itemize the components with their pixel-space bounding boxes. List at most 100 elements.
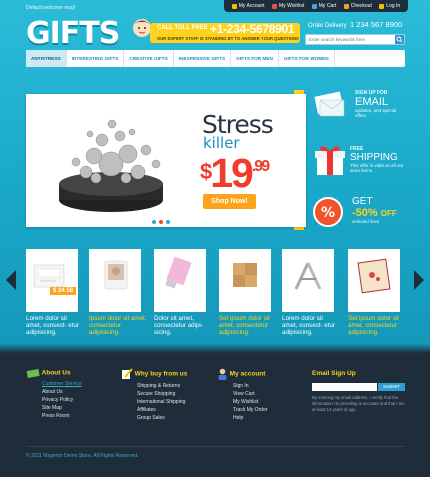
stress-balls-image <box>59 119 163 212</box>
envelope-icon <box>314 91 345 117</box>
cart-icon <box>311 3 317 9</box>
footer-link[interactable]: Track My Order <box>233 406 268 414</box>
checkout-link[interactable]: Checkout <box>343 3 372 9</box>
order-label: Order Delivery <box>308 23 347 29</box>
product-card[interactable] <box>26 249 78 312</box>
footer-link[interactable]: Secure Shopping <box>137 390 187 398</box>
product-card[interactable] <box>282 249 334 312</box>
my-wishlist-label: My Wishlist <box>279 3 305 9</box>
money-icon <box>26 369 40 378</box>
welcome-message: Default welcome msg! <box>26 5 76 11</box>
order-delivery: Order Delivery 1 234 567 8900 <box>308 20 402 29</box>
menu-item-inexpensive-gifts[interactable]: INEXPENSIVE GIFTS <box>174 50 232 67</box>
email-promo-title: EMAIL <box>355 96 389 108</box>
product-image <box>233 263 257 287</box>
pagination-dot[interactable] <box>159 220 163 224</box>
footer-link[interactable]: About Us <box>42 388 82 396</box>
footer-link[interactable]: View Cart <box>233 390 268 398</box>
menu-item-interesting-gifts[interactable]: INTERESTING GIFTS <box>67 50 125 67</box>
product-card[interactable] <box>154 249 206 312</box>
banner-price: $19.99 <box>200 150 270 197</box>
menu-item-antistress[interactable]: ANTISTRESS <box>26 50 67 67</box>
heart-icon <box>272 3 278 9</box>
discount-promo[interactable]: GET -50% OFF selected lines <box>352 196 397 224</box>
search-box <box>305 34 405 45</box>
menu-item-gifts-for-women[interactable]: GIFTS FOR WOMEN <box>279 50 335 67</box>
pencil-icon <box>122 368 133 379</box>
order-number: 1 234 567 8900 <box>350 20 403 29</box>
product-description[interactable]: Lorem dolor sit amet, consect- etur adip… <box>26 315 84 336</box>
shipping-promo-sub: This offer is valid on all our store ite… <box>350 163 404 173</box>
menu-item-gifts-for-men[interactable]: GIFTS FOR MEN <box>231 50 279 67</box>
site-logo[interactable]: GIFTS <box>26 16 120 51</box>
product-description[interactable]: Set ipsum dolor sit amet, consectetur ad… <box>348 315 406 336</box>
my-wishlist-link[interactable]: My Wishlist <box>272 3 304 9</box>
footer-link[interactable]: Customer Service <box>42 380 82 388</box>
footer-buy-title: Why buy from us <box>134 370 188 378</box>
discount-promo-top: GET <box>352 196 373 207</box>
footer-signup-title: Email Sign Up <box>312 370 356 377</box>
footer-divider <box>26 446 405 447</box>
carousel-next-arrow[interactable] <box>414 270 424 290</box>
my-account-label: My Account <box>238 3 265 9</box>
menu-item-creative-gifts[interactable]: CREATIVE GIFTS <box>124 50 174 67</box>
price-main: 19 <box>210 150 254 196</box>
toll-free-label: CALL TOLL FREE <box>157 25 208 31</box>
product-card[interactable] <box>219 249 271 312</box>
banner-pagination <box>152 220 170 224</box>
shipping-promo[interactable]: FREE SHIPPING This offer is valid on all… <box>350 147 406 174</box>
email-promo[interactable]: SIGN UP FOR EMAIL updates, and special o… <box>355 91 405 119</box>
copyright-text: © 2011 Magento Demo Store. All Rights Re… <box>26 453 139 459</box>
product-image <box>104 260 128 290</box>
lock-icon <box>379 3 385 9</box>
email-signup-disclaimer: By entering my email address, I certify … <box>312 395 405 412</box>
footer-link[interactable]: Sign In <box>233 382 268 390</box>
my-cart-label: My Cart <box>318 3 337 9</box>
my-cart-link[interactable]: My Cart <box>311 3 337 9</box>
checkout-label: Checkout <box>350 3 372 9</box>
toll-free-subtext: OUR EXPERT STAFF IS STANDING BY TO ANSWE… <box>157 36 299 41</box>
product-image <box>33 264 65 288</box>
gift-box-icon <box>315 146 345 175</box>
footer-account-column: My account Sign In View Cart My Wishlist… <box>217 368 268 422</box>
footer-link[interactable]: My Wishlist <box>233 398 268 406</box>
login-link[interactable]: Log In <box>379 3 400 9</box>
shipping-promo-title: SHIPPING <box>350 152 398 163</box>
shop-now-button[interactable]: Shop Now! <box>203 194 256 209</box>
percent-badge-icon: % <box>313 197 343 227</box>
product-card[interactable] <box>348 249 400 312</box>
footer-link[interactable]: Press Room <box>42 412 82 420</box>
footer-about-column: About Us Customer Service About Us Priva… <box>26 368 82 420</box>
carousel-prev-arrow[interactable] <box>6 270 16 290</box>
product-card[interactable] <box>89 249 141 312</box>
search-input[interactable] <box>306 35 394 44</box>
product-description[interactable]: Lorem dolor sit amet, consect- etur adip… <box>282 315 340 336</box>
product-description[interactable]: Dolor sit amet, consectetur adipi- sicin… <box>154 315 212 336</box>
product-description[interactable]: Set ipsum dolor sit amet, consectetur ad… <box>219 315 277 336</box>
pagination-dot[interactable] <box>166 220 170 224</box>
footer-link[interactable]: International Shipping <box>137 398 187 406</box>
footer-link[interactable]: Privacy Policy <box>42 396 82 404</box>
checkout-icon <box>343 3 349 9</box>
product-description[interactable]: Ipsum dolor sit amet, consectetur adipis… <box>89 315 147 336</box>
search-icon[interactable] <box>395 35 404 44</box>
email-signup-input[interactable] <box>312 383 377 391</box>
product-carousel: $ 24.58 Lorem dolor sit amet, consect- e… <box>26 249 405 346</box>
discount-suffix: OFF <box>380 209 397 218</box>
footer-about-title: About Us <box>41 369 71 377</box>
footer-link[interactable]: Help <box>233 414 268 422</box>
svg-text:%: % <box>321 205 335 221</box>
footer-link[interactable]: Group Sales <box>137 414 187 422</box>
user-icon <box>218 368 227 380</box>
email-signup-submit-button[interactable]: SUBMIT <box>378 383 405 391</box>
footer-link[interactable]: Affiliates <box>137 406 187 414</box>
pagination-dot[interactable] <box>152 220 156 224</box>
footer-buy-column: Why buy from us Shipping & Returns Secur… <box>121 368 187 422</box>
toll-free-number: +1-234-5678901 <box>210 22 295 36</box>
footer-link[interactable]: Site Map <box>42 404 82 412</box>
my-account-link[interactable]: My Account <box>231 3 265 9</box>
product-price-tag: $ 24.58 <box>50 287 77 295</box>
product-image <box>294 262 322 290</box>
footer-link[interactable]: Shipping & Returns <box>137 382 187 390</box>
email-promo-sub: updates, and special offers <box>355 108 397 118</box>
